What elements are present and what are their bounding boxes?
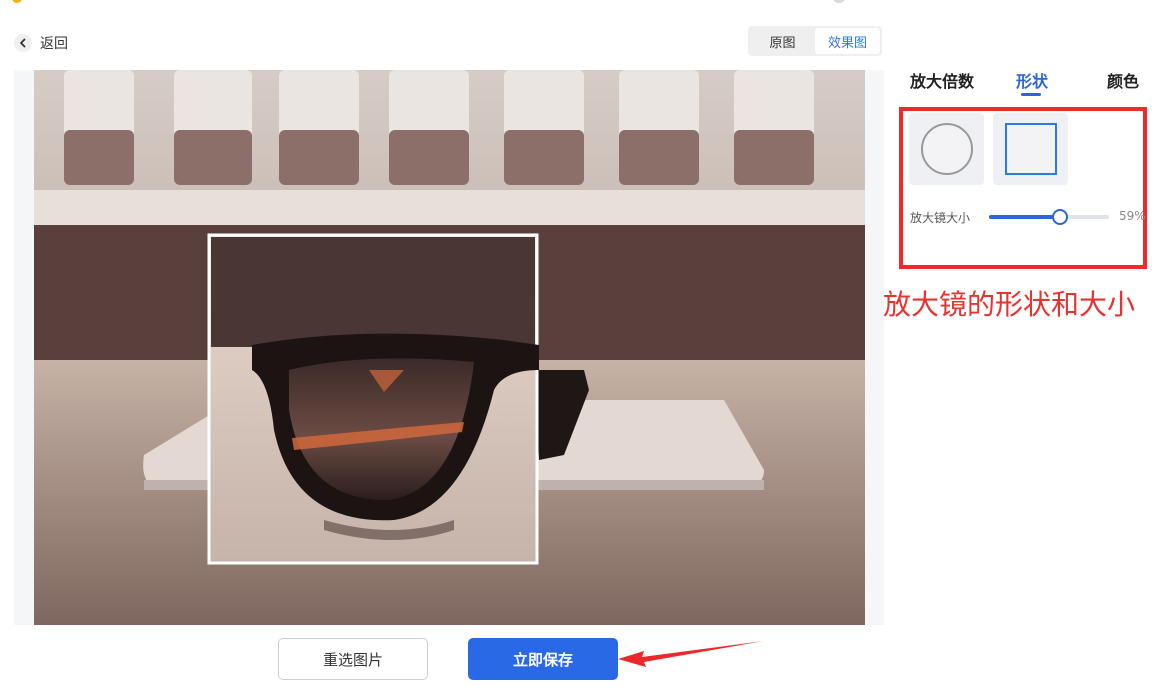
preview-image: [34, 70, 865, 625]
tab-color[interactable]: 颜色: [1107, 68, 1139, 92]
view-toggle: 原图 效果图: [748, 26, 882, 56]
tab-magnification[interactable]: 放大倍数: [910, 68, 974, 92]
shape-circle-button[interactable]: [909, 113, 984, 185]
reselect-image-button[interactable]: 重选图片: [278, 638, 428, 680]
tab-shape[interactable]: 形状: [1016, 68, 1048, 92]
back-label: 返回: [40, 36, 68, 52]
active-tab-indicator: [1021, 93, 1041, 96]
image-canvas: [14, 70, 884, 625]
magnifier-size-slider[interactable]: [989, 209, 1109, 225]
back-button[interactable]: 返回: [14, 33, 68, 53]
slider-fill: [989, 215, 1060, 219]
annotation-text: 放大镜的形状和大小: [883, 288, 1136, 321]
magnifier-size-value: 59%: [1119, 209, 1146, 223]
save-now-button[interactable]: 立即保存: [468, 638, 618, 680]
magnifier-size-label: 放大镜大小: [910, 211, 971, 225]
chevron-left-icon: [14, 34, 32, 52]
circle-shape-icon: [920, 123, 973, 175]
user-avatar-fragment: [832, 0, 846, 3]
red-arrow-pointer-icon: [618, 641, 764, 667]
app-logo-fragment: [12, 0, 22, 3]
top-bar-remnant: [0, 0, 1157, 8]
original-view-button[interactable]: 原图: [750, 28, 815, 54]
effect-view-button[interactable]: 效果图: [815, 28, 880, 54]
square-shape-icon: [1004, 123, 1057, 175]
shape-square-button[interactable]: [993, 113, 1068, 185]
slider-thumb[interactable]: [1051, 209, 1068, 225]
